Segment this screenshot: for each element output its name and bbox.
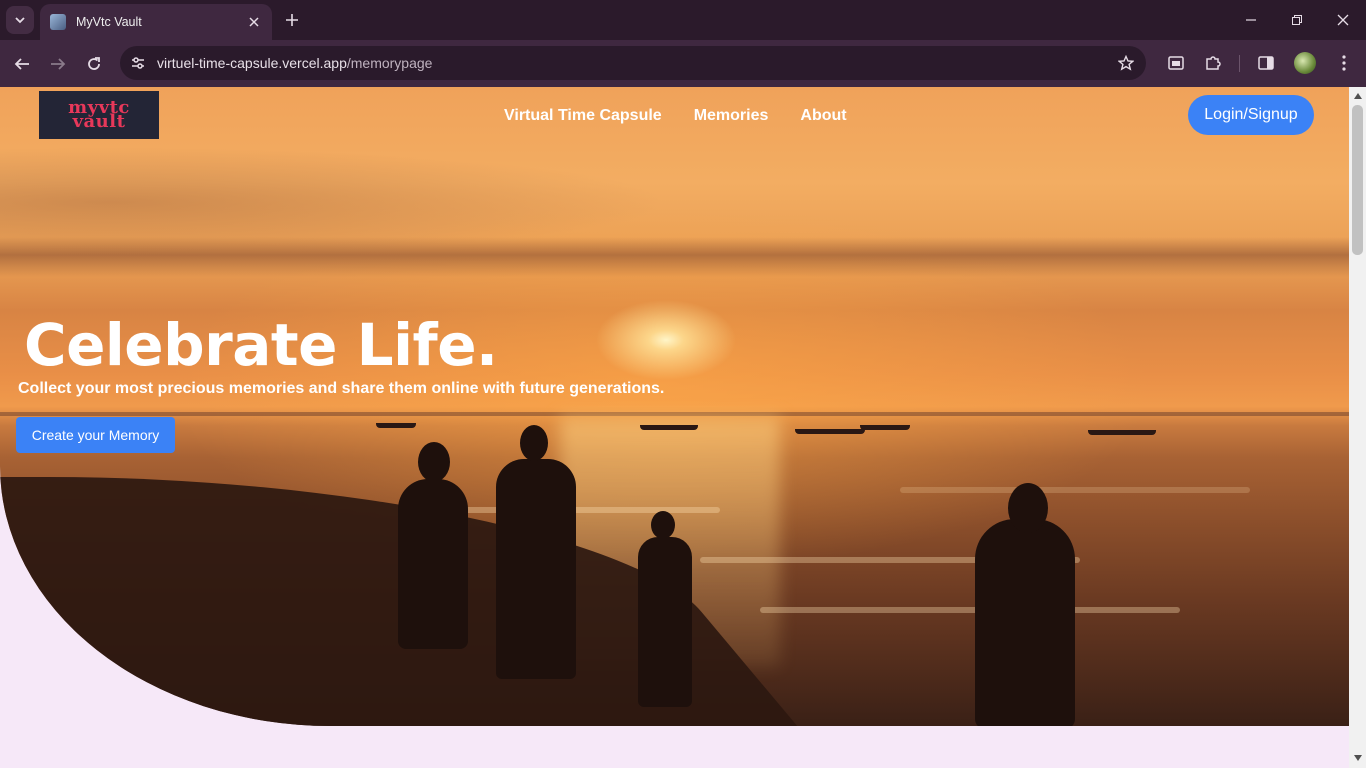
more-vert-icon [1342, 55, 1346, 71]
url-text: virtuel-time-capsule.vercel.app/memorypa… [157, 55, 432, 71]
profile-avatar[interactable] [1294, 52, 1316, 74]
url-path: /memorypage [346, 55, 433, 71]
boat-silhouette [376, 423, 416, 428]
chevron-down-icon [15, 17, 25, 24]
nav-link-virtual-time-capsule[interactable]: Virtual Time Capsule [504, 107, 662, 125]
bookmark-button[interactable] [1116, 53, 1136, 73]
toolbar-divider [1239, 55, 1240, 72]
minimize-button[interactable] [1241, 10, 1261, 30]
person-silhouette [496, 459, 576, 679]
nav-link-memories[interactable]: Memories [694, 107, 769, 125]
page-viewport: myvtc vault Virtual Time Capsule Memorie… [0, 87, 1349, 768]
tab-search-button[interactable] [6, 6, 34, 34]
url-host: virtuel-time-capsule.vercel.app [157, 55, 347, 71]
restore-button[interactable] [1287, 10, 1307, 30]
reload-button[interactable] [82, 52, 106, 76]
logo-line-2: vault [72, 111, 126, 132]
arrow-right-icon [51, 58, 66, 70]
browser-tab-active[interactable]: MyVtc Vault [40, 4, 272, 40]
person-silhouette [398, 479, 468, 649]
boat-silhouette [860, 425, 910, 430]
arrow-left-icon [14, 58, 29, 70]
wave-highlight [900, 487, 1250, 493]
hero-title: Celebrate Life. [24, 311, 498, 379]
forward-button[interactable] [46, 52, 70, 76]
close-window-button[interactable] [1333, 10, 1353, 30]
reload-icon [88, 57, 100, 70]
address-bar[interactable]: virtuel-time-capsule.vercel.app/memorypa… [120, 46, 1146, 80]
new-tab-button[interactable] [282, 10, 302, 30]
restore-icon [1292, 15, 1302, 25]
hero-section: myvtc vault Virtual Time Capsule Memorie… [0, 87, 1349, 726]
scrollbar-thumb[interactable] [1352, 105, 1363, 255]
puzzle-icon [1206, 56, 1221, 70]
side-panel-button[interactable] [1255, 52, 1277, 74]
site-info-button[interactable] [128, 53, 148, 73]
tab-close-button[interactable] [246, 14, 262, 30]
create-memory-button[interactable]: Create your Memory [16, 417, 175, 453]
hero-bg-cloud-band [0, 237, 1349, 277]
scroll-up-button[interactable] [1353, 91, 1362, 100]
person-silhouette [520, 425, 548, 461]
star-icon [1118, 55, 1134, 71]
close-icon [249, 17, 259, 27]
boat-silhouette [795, 429, 865, 434]
plus-icon [286, 14, 298, 26]
person-silhouette [651, 511, 675, 539]
login-signup-button[interactable]: Login/Signup [1188, 95, 1314, 135]
site-nav: Virtual Time Capsule Memories About [504, 107, 847, 125]
person-silhouette [418, 442, 450, 482]
hero-subtitle: Collect your most precious memories and … [18, 380, 665, 397]
site-logo[interactable]: myvtc vault [39, 91, 159, 139]
tab-title: MyVtc Vault [76, 15, 142, 29]
extensions-button[interactable] [1202, 52, 1224, 74]
person-silhouette [638, 537, 692, 707]
picture-in-picture-button[interactable] [1165, 52, 1187, 74]
back-button[interactable] [10, 52, 34, 76]
nav-link-about[interactable]: About [800, 107, 846, 125]
close-icon [1337, 14, 1349, 26]
side-panel-icon [1258, 56, 1274, 70]
page-scrollbar[interactable] [1349, 87, 1366, 768]
menu-button[interactable] [1333, 52, 1355, 74]
scroll-down-button[interactable] [1353, 753, 1362, 762]
person-silhouette [1008, 483, 1048, 533]
minimize-icon [1246, 19, 1256, 21]
browser-toolbar: virtuel-time-capsule.vercel.app/memorypa… [0, 40, 1366, 87]
boat-silhouette [1088, 430, 1156, 435]
triangle-up-icon [1353, 92, 1362, 99]
triangle-down-icon [1353, 754, 1362, 761]
favicon-icon [50, 14, 66, 30]
picture-in-picture-icon [1168, 56, 1184, 70]
boat-silhouette [640, 425, 698, 430]
person-silhouette [975, 519, 1075, 726]
wave-highlight [760, 607, 1180, 613]
browser-tabbar: MyVtc Vault [0, 0, 1366, 40]
hero-bg-horizon [0, 412, 1349, 416]
tune-icon [132, 57, 144, 69]
